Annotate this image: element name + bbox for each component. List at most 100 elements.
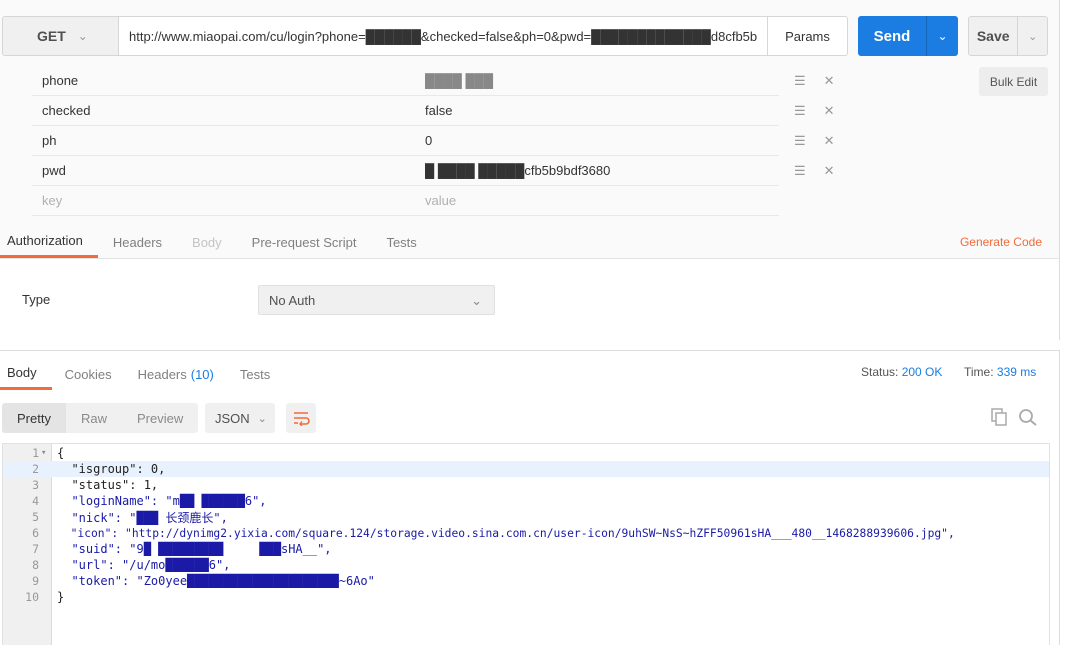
line-number: 8 xyxy=(32,558,39,572)
tab-headers[interactable]: Headers xyxy=(98,226,177,258)
code-text: "nick": "███ 长颈鹿长", xyxy=(57,510,228,525)
headers-count: (10) xyxy=(190,366,214,382)
send-dropdown-icon[interactable]: ⌄ xyxy=(926,16,958,56)
response-body-editor[interactable]: 1 ▾ { 2 "isgroup": 0, 3 "status": 1, 4 "lo… xyxy=(2,443,1050,645)
status-readout: Status: 200 OK xyxy=(861,365,942,379)
tab-response-headers-label: Headers xyxy=(137,366,187,382)
tab-response-tests[interactable]: Tests xyxy=(227,358,283,390)
chevron-down-icon: ⌄ xyxy=(77,29,88,43)
auth-panel: Type No Auth ⌄ xyxy=(0,258,1059,340)
param-value[interactable]: █ ████ █████cfb5b9bdf3680 xyxy=(415,163,779,178)
param-value[interactable]: ████ ███ xyxy=(415,73,779,88)
response-panel: Body Cookies Headers (10) Tests Status: … xyxy=(0,350,1060,645)
param-row: checked false xyxy=(32,96,779,126)
tab-tests[interactable]: Tests xyxy=(371,226,431,258)
line-number: 5 xyxy=(32,510,39,524)
row-actions: ☰ ✕ xyxy=(794,103,835,119)
code-text: "status": 1, xyxy=(57,478,159,492)
params-button[interactable]: Params xyxy=(767,16,848,56)
code-line: 1 ▾ { xyxy=(3,445,1049,461)
line-number: 10 xyxy=(25,590,39,604)
chevron-down-icon: ⌄ xyxy=(257,412,267,425)
chevron-down-icon: ⌄ xyxy=(471,293,482,308)
method-select[interactable]: GET ⌄ xyxy=(2,16,119,56)
send-button[interactable]: Send ⌄ xyxy=(858,16,958,56)
save-dropdown-icon[interactable]: ⌄ xyxy=(1017,17,1047,55)
code-line: 9 "token": "Zo0yee█████████████████████~… xyxy=(3,573,1049,589)
code-line: 2 "isgroup": 0, xyxy=(3,461,1049,477)
delete-icon[interactable]: ✕ xyxy=(824,133,835,149)
delete-icon[interactable]: ✕ xyxy=(824,103,835,119)
code-text: { xyxy=(57,446,65,460)
code-line: 6 "icon": "http://dynimg2.yixia.com/squa… xyxy=(3,525,1049,541)
drag-handle-icon[interactable]: ☰ xyxy=(794,103,806,119)
param-row: phone ████ ███ xyxy=(32,66,779,96)
tab-body[interactable]: Body xyxy=(177,226,237,258)
code-line: 4 "loginName": "m██ ██████6", xyxy=(3,493,1049,509)
auth-type-select[interactable]: No Auth ⌄ xyxy=(258,285,495,315)
tab-authorization[interactable]: Authorization xyxy=(0,226,98,258)
pretty-button[interactable]: Pretty xyxy=(2,403,66,433)
drag-handle-icon[interactable]: ☰ xyxy=(794,163,806,179)
code-line: 3 "status": 1, xyxy=(3,477,1049,493)
row-actions: ☰ ✕ xyxy=(794,133,835,149)
param-key[interactable]: pwd xyxy=(32,163,415,178)
copy-icon[interactable] xyxy=(990,408,1008,426)
param-row: ph 0 xyxy=(32,126,779,156)
row-actions: ☰ ✕ xyxy=(794,163,835,179)
delete-icon[interactable]: ✕ xyxy=(824,163,835,179)
param-key[interactable]: phone xyxy=(32,73,415,88)
code-line: 5 "nick": "███ 长颈鹿长", xyxy=(3,509,1049,525)
bulk-edit-button[interactable]: Bulk Edit xyxy=(979,67,1048,96)
auth-type-value: No Auth xyxy=(269,292,316,308)
code-line: 10} xyxy=(3,589,1049,605)
code-line: 8 "url": "/u/mo██████6", xyxy=(3,557,1049,573)
time-value: 339 ms xyxy=(996,365,1037,379)
code-text: } xyxy=(57,590,65,604)
auth-type-label: Type xyxy=(22,292,51,307)
raw-button[interactable]: Raw xyxy=(66,411,122,426)
save-label: Save xyxy=(976,28,1010,44)
param-row-new: key value xyxy=(32,186,779,216)
new-key-input[interactable]: key xyxy=(32,193,415,208)
line-number: 1 xyxy=(32,446,39,460)
tab-response-body[interactable]: Body xyxy=(0,358,52,390)
tab-pre-request-script[interactable]: Pre-request Script xyxy=(237,226,372,258)
line-number: 6 xyxy=(32,526,39,540)
delete-icon[interactable]: ✕ xyxy=(824,73,835,89)
response-actions xyxy=(990,408,1038,426)
param-value[interactable]: 0 xyxy=(415,133,779,148)
format-select[interactable]: JSON ⌄ xyxy=(205,403,275,433)
time-readout: Time: 339 ms xyxy=(964,365,1036,379)
param-key[interactable]: ph xyxy=(32,133,415,148)
method-label: GET xyxy=(37,28,66,44)
format-select-value: JSON xyxy=(215,410,250,426)
line-number: 2 xyxy=(32,462,39,476)
time-label: Time: xyxy=(964,365,994,379)
drag-handle-icon[interactable]: ☰ xyxy=(794,133,806,149)
search-icon[interactable] xyxy=(1018,408,1038,426)
line-number: 4 xyxy=(32,494,39,508)
code-text: "token": "Zo0yee█████████████████████~6A… xyxy=(57,574,375,588)
fold-arrow-icon[interactable]: ▾ xyxy=(39,448,52,458)
response-tabs: Body Cookies Headers (10) Tests xyxy=(0,358,283,390)
wrap-lines-button[interactable] xyxy=(286,403,316,433)
line-number: 9 xyxy=(32,574,39,588)
status-label: Status: xyxy=(861,365,899,379)
drag-handle-icon[interactable]: ☰ xyxy=(794,73,806,89)
generate-code-link[interactable]: Generate Code xyxy=(960,235,1042,249)
new-value-input[interactable]: value xyxy=(415,193,779,208)
line-number: 3 xyxy=(32,478,39,492)
param-key[interactable]: checked xyxy=(32,103,415,118)
status-value: 200 OK xyxy=(901,365,943,379)
code-text: "loginName": "m██ ██████6", xyxy=(57,494,267,508)
tab-response-headers[interactable]: Headers (10) xyxy=(125,358,227,390)
code-line: 7 "suid": "9█ █████████ ███sHA__", xyxy=(3,541,1049,557)
request-panel: GET ⌄ http://www.miaopai.com/cu/login?ph… xyxy=(0,0,1060,340)
url-input[interactable]: http://www.miaopai.com/cu/login?phone=██… xyxy=(118,16,768,56)
param-value[interactable]: false xyxy=(415,103,779,118)
preview-button[interactable]: Preview xyxy=(122,411,198,426)
row-actions: ☰ ✕ xyxy=(794,73,835,89)
save-button[interactable]: Save ⌄ xyxy=(968,16,1048,56)
tab-cookies[interactable]: Cookies xyxy=(52,358,125,390)
